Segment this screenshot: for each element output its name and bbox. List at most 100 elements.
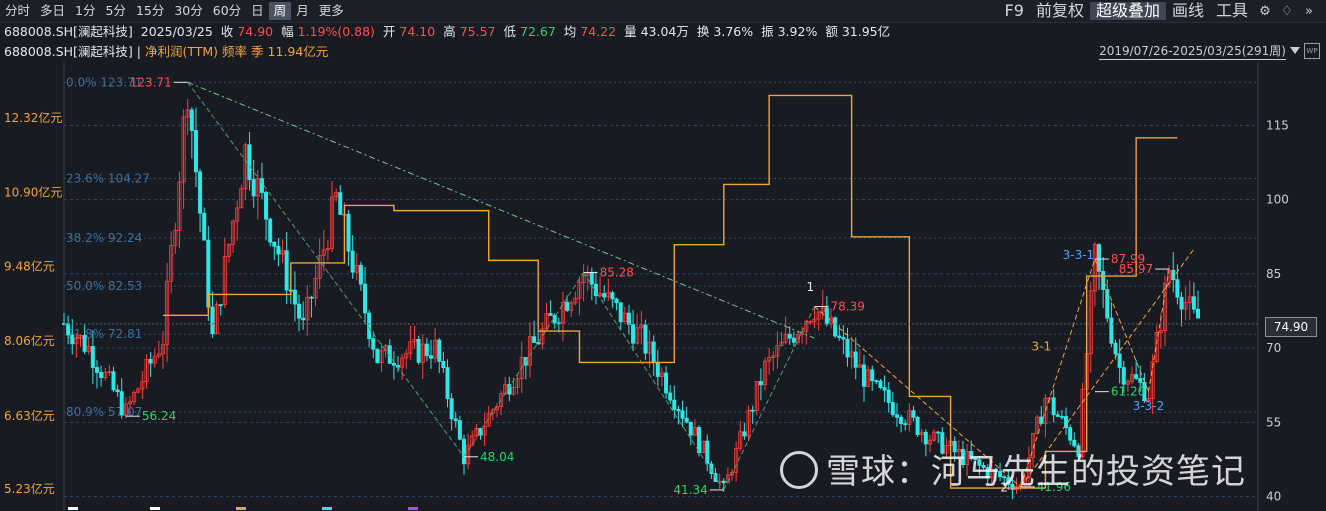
- candle-body: [82, 334, 87, 352]
- candle-body: [791, 337, 796, 343]
- candle-body: [461, 438, 466, 465]
- period-tab[interactable]: 多日: [35, 2, 70, 20]
- trend-line: [187, 81, 815, 339]
- candle-body: [70, 334, 75, 345]
- overlay-indicator[interactable]: 净利润(TTM): [145, 44, 218, 59]
- candle-body: [631, 324, 636, 344]
- date-range[interactable]: 2019/07/26-2025/03/25(291周): [1099, 44, 1286, 60]
- right-tick-label: 70: [1266, 341, 1281, 355]
- candle-body: [602, 293, 607, 298]
- candle-body: [1109, 317, 1114, 344]
- candle-body: [1051, 397, 1056, 416]
- candle-body: [664, 372, 669, 394]
- toolbar-right-item[interactable]: F9: [999, 2, 1030, 20]
- period-tab[interactable]: 60分: [208, 2, 246, 20]
- toolbar-right-item[interactable]: 工具: [1210, 2, 1254, 20]
- left-tick-label: 10.90亿元: [4, 184, 62, 199]
- gear-icon[interactable]: ⚙: [1256, 2, 1274, 20]
- toolbar-right-item[interactable]: 超级叠加: [1089, 2, 1166, 20]
- candle-body: [899, 416, 904, 425]
- candle-body: [94, 367, 99, 373]
- candle-body: [890, 402, 895, 416]
- close-label: 收: [220, 24, 234, 39]
- candle-body: [272, 241, 277, 247]
- toolbar-right-item[interactable]: 画线: [1166, 2, 1210, 20]
- candle-body: [309, 296, 314, 299]
- wp-icon[interactable]: WP: [1304, 43, 1320, 59]
- candle-body: [676, 408, 681, 412]
- candle-body: [1068, 427, 1073, 441]
- candle-body: [651, 341, 656, 364]
- period-tab[interactable]: 月: [291, 2, 314, 20]
- candle-body: [1138, 378, 1143, 383]
- swing-label: 41.34: [673, 483, 707, 497]
- strip-swatch-orange: [236, 507, 246, 510]
- candle-body: [198, 171, 203, 214]
- high-label: 高: [443, 24, 456, 39]
- candle-body: [878, 380, 883, 388]
- candle-body: [680, 410, 685, 419]
- amp-value: 3.92%: [777, 24, 818, 39]
- candle-body: [672, 399, 677, 410]
- open-value: 74.10: [399, 24, 436, 39]
- overlay-line: 688008.SH[澜起科技] | 净利润(TTM) 频率 季 11.94亿元: [4, 42, 328, 62]
- candle-body: [371, 338, 376, 350]
- left-tick-label: 5.23亿元: [4, 481, 55, 496]
- candle-body: [787, 333, 792, 339]
- candle-body: [936, 431, 941, 434]
- candle-body: [1105, 289, 1110, 319]
- wave-line: [583, 272, 725, 491]
- avg-value: 74.22: [580, 24, 617, 39]
- candle-body: [874, 380, 879, 383]
- period-tab[interactable]: 1分: [70, 2, 100, 20]
- candle-body: [532, 336, 537, 343]
- candle-body: [1175, 279, 1180, 298]
- candle-body: [853, 351, 858, 368]
- candle-body: [548, 313, 553, 316]
- close-value: 74.90: [237, 24, 274, 39]
- candle-body: [1196, 308, 1201, 319]
- overlay-value: 11.94亿元: [267, 44, 329, 59]
- candle-body: [614, 298, 619, 304]
- candle-body: [618, 302, 623, 323]
- notification-icon[interactable]: ♢: [1278, 2, 1296, 20]
- candle-body: [193, 130, 198, 173]
- period-tab[interactable]: 周: [268, 2, 292, 20]
- candle-body: [346, 213, 351, 252]
- low-value: 72.67: [520, 24, 556, 39]
- candle-body: [684, 417, 689, 423]
- swing-label: 61.20: [1111, 385, 1145, 399]
- range-dropdown-icon[interactable]: [1290, 47, 1300, 54]
- candle-body: [837, 335, 842, 338]
- quote-line: 688008.SH[澜起科技] 2025/03/25 收 74.90 幅 1.19%…: [4, 22, 894, 42]
- candle-body: [457, 420, 462, 440]
- change-value: 1.19%(0.88): [297, 24, 375, 39]
- period-tab[interactable]: 日: [246, 2, 269, 20]
- expand-icon[interactable]: »: [1300, 2, 1318, 20]
- toolbar-right-item[interactable]: 前复权: [1030, 2, 1090, 20]
- low-label: 低: [503, 24, 516, 39]
- candle-body: [688, 421, 693, 436]
- period-tab[interactable]: 30分: [169, 2, 207, 20]
- candle-body: [218, 304, 223, 307]
- wave-label: 3-3-2: [1133, 399, 1165, 413]
- vol-label: 量: [624, 24, 637, 39]
- period-tab[interactable]: 5分: [100, 2, 130, 20]
- fib-label: 61.8% 72.81: [66, 327, 142, 341]
- right-tick-label: 85: [1266, 267, 1281, 281]
- fib-label: 23.6% 104.27: [66, 171, 150, 185]
- high-value: 75.57: [459, 24, 496, 39]
- candle-body: [445, 367, 450, 400]
- candle-body: [424, 343, 429, 357]
- candle-body: [297, 303, 302, 319]
- right-tick-label: 100: [1266, 193, 1289, 207]
- left-tick-label: 6.63亿元: [4, 408, 55, 423]
- candle-body: [565, 301, 570, 311]
- period-tab[interactable]: 分时: [0, 2, 35, 20]
- period-tab[interactable]: 15分: [131, 2, 169, 20]
- candle-body: [350, 250, 355, 273]
- watermark: 雪球：河马先生的投资笔记: [780, 444, 1246, 493]
- wave-line: [463, 272, 584, 458]
- period-tab[interactable]: 更多: [314, 2, 349, 20]
- candle-body: [148, 359, 153, 364]
